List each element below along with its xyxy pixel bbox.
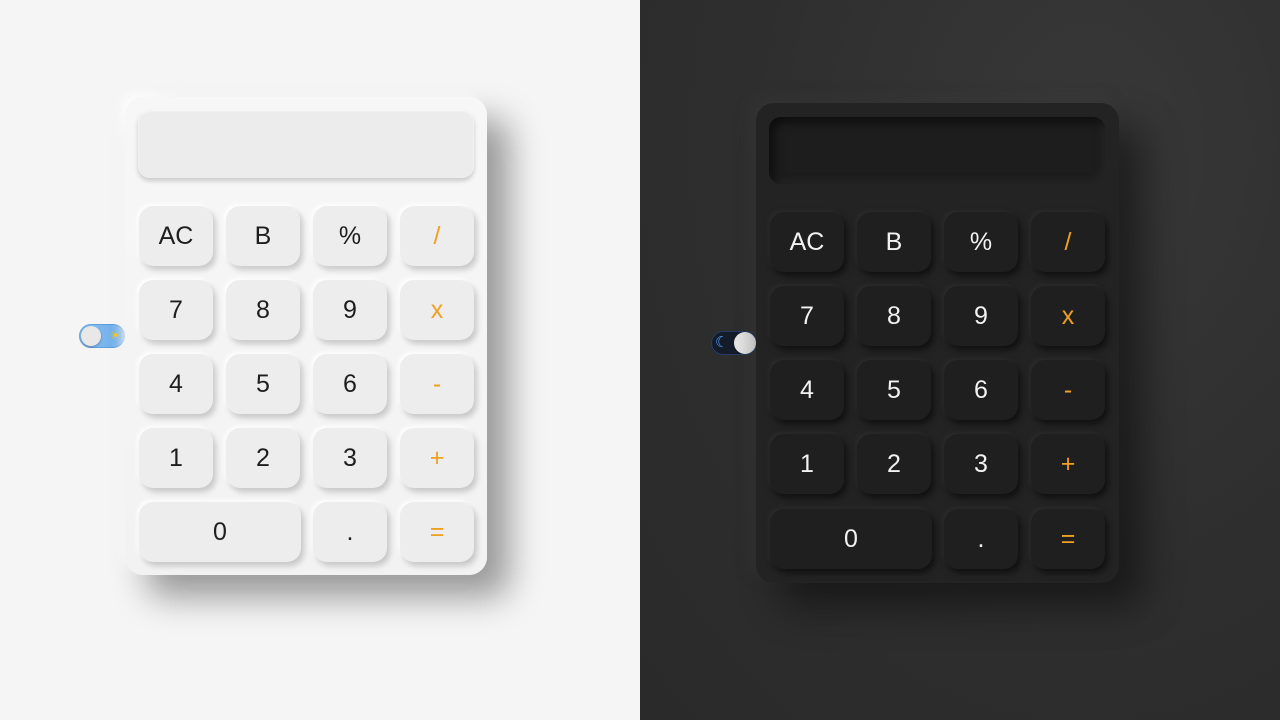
theme-toggle-dark[interactable]: ☾ [711,331,757,355]
key-6[interactable]: 6 [313,354,387,414]
key-2[interactable]: 2 [226,428,300,488]
calculator-display [769,117,1105,184]
key-4[interactable]: 4 [139,354,213,414]
key-2[interactable]: 2 [857,434,931,494]
calculator-dark: AC B % / 7 8 9 x 4 5 6 - 1 2 3 + 0 . = [756,103,1119,583]
key-0[interactable]: 0 [139,502,301,562]
key-9[interactable]: 9 [313,280,387,340]
key-decimal[interactable]: . [944,509,1018,569]
key-decimal[interactable]: . [313,502,387,562]
theme-toggle-light[interactable]: ☀ [79,324,125,348]
key-plus[interactable]: + [400,428,474,488]
key-equals[interactable]: = [1031,509,1105,569]
key-7[interactable]: 7 [770,286,844,346]
key-7[interactable]: 7 [139,280,213,340]
key-1[interactable]: 1 [770,434,844,494]
key-ac[interactable]: AC [139,206,213,266]
sun-icon: ☀ [109,328,121,343]
key-4[interactable]: 4 [770,360,844,420]
key-3[interactable]: 3 [313,428,387,488]
moon-icon: ☾ [715,334,729,351]
light-theme-panel: ☀ AC B % / 7 8 9 x 4 5 6 - 1 2 3 + 0 . = [0,0,640,720]
key-multiply[interactable]: x [400,280,474,340]
key-backspace[interactable]: B [226,206,300,266]
key-ac[interactable]: AC [770,212,844,272]
key-5[interactable]: 5 [226,354,300,414]
toggle-knob [81,326,101,346]
dark-theme-panel: ☾ AC B % / 7 8 9 x 4 5 6 - 1 2 3 + 0 . = [640,0,1280,720]
key-minus[interactable]: - [1031,360,1105,420]
key-8[interactable]: 8 [857,286,931,346]
key-divide[interactable]: / [400,206,474,266]
key-3[interactable]: 3 [944,434,1018,494]
key-5[interactable]: 5 [857,360,931,420]
key-plus[interactable]: + [1031,434,1105,494]
key-0[interactable]: 0 [770,509,932,569]
key-equals[interactable]: = [400,502,474,562]
key-9[interactable]: 9 [944,286,1018,346]
toggle-knob [734,332,756,354]
calculator-display [138,110,474,178]
key-backspace[interactable]: B [857,212,931,272]
key-1[interactable]: 1 [139,428,213,488]
key-multiply[interactable]: x [1031,286,1105,346]
calculator-light: AC B % / 7 8 9 x 4 5 6 - 1 2 3 + 0 . = [125,97,487,575]
key-6[interactable]: 6 [944,360,1018,420]
key-minus[interactable]: - [400,354,474,414]
key-divide[interactable]: / [1031,212,1105,272]
key-8[interactable]: 8 [226,280,300,340]
key-percent[interactable]: % [944,212,1018,272]
key-percent[interactable]: % [313,206,387,266]
